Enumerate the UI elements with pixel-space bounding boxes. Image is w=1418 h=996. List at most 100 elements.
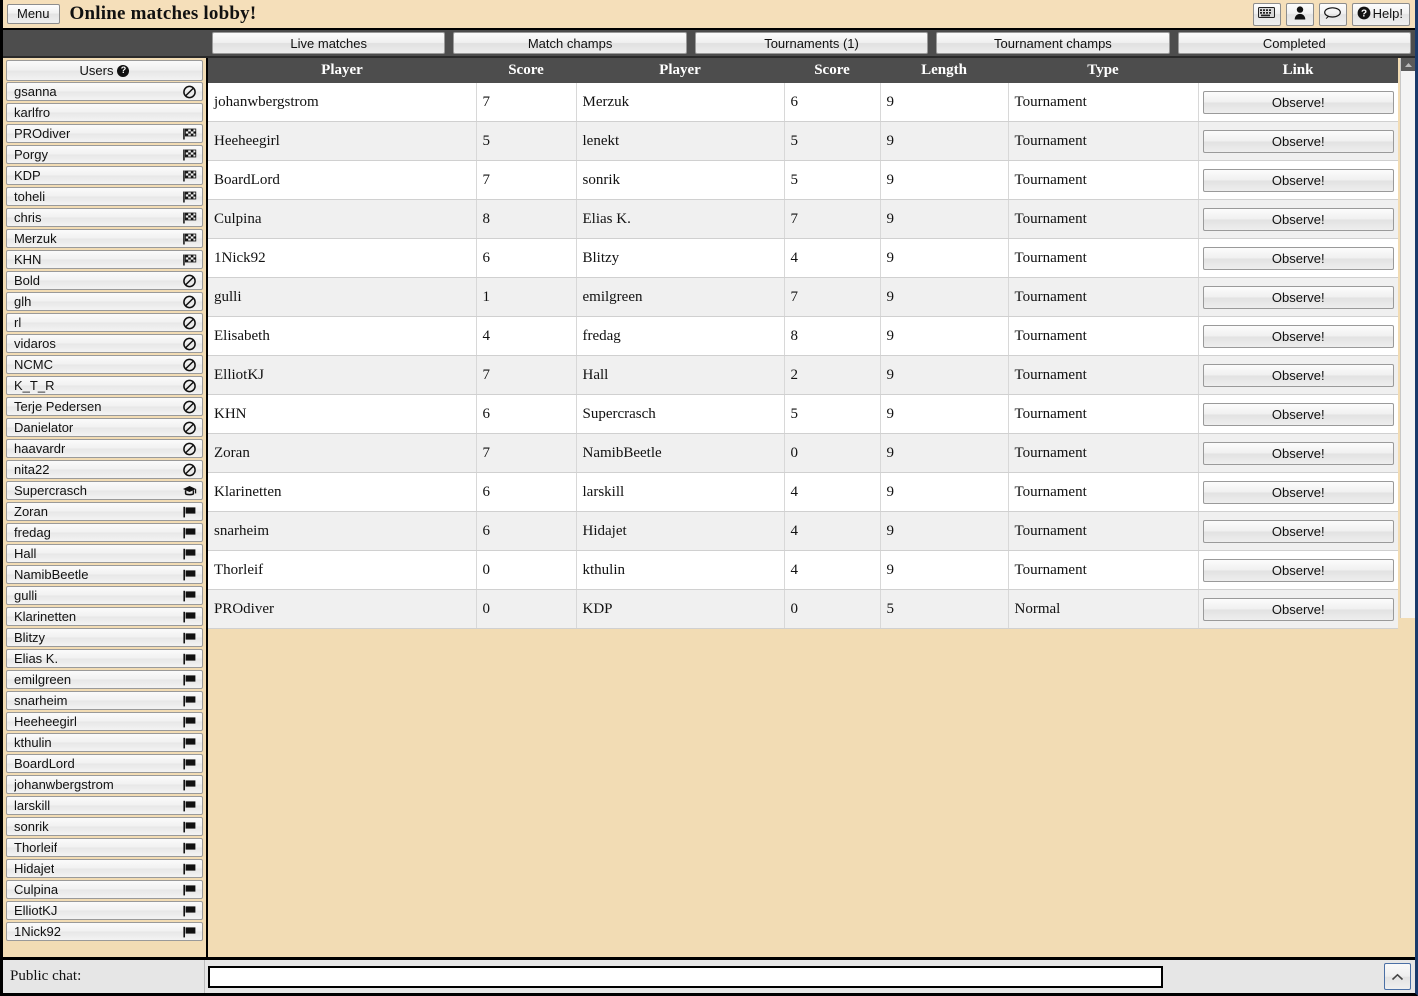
cell-score2: 4 bbox=[784, 238, 881, 278]
observe-button[interactable]: Observe! bbox=[1202, 285, 1394, 309]
tab-match-champs[interactable]: Match champs bbox=[453, 32, 687, 54]
user-list-item[interactable]: Zoran bbox=[6, 502, 203, 521]
flag-icon bbox=[182, 631, 197, 645]
page-title: Online matches lobby! bbox=[69, 3, 257, 24]
tab-completed[interactable]: Completed bbox=[1177, 32, 1412, 54]
no-entry-icon bbox=[182, 442, 197, 456]
user-list-item[interactable]: Hall bbox=[6, 544, 203, 563]
user-list-item[interactable]: Terje Pedersen bbox=[6, 397, 203, 416]
checkered-flag-icon bbox=[182, 253, 197, 267]
user-list-item[interactable]: KHN bbox=[6, 250, 203, 269]
cell-length: 9 bbox=[880, 83, 1009, 122]
user-list-item[interactable]: PROdiver bbox=[6, 124, 203, 143]
user-list-item[interactable]: Merzuk bbox=[6, 229, 203, 248]
no-entry-icon bbox=[182, 379, 197, 393]
user-name-label: Supercrasch bbox=[14, 483, 87, 498]
cell-score1: 6 bbox=[476, 472, 577, 512]
chat-send-button[interactable] bbox=[1384, 963, 1411, 990]
status-none-icon bbox=[182, 106, 197, 120]
user-list-item[interactable]: Supercrasch bbox=[6, 481, 203, 500]
user-list-item[interactable]: Danielator bbox=[6, 418, 203, 437]
observe-button[interactable]: Observe! bbox=[1202, 363, 1394, 387]
observe-button[interactable]: Observe! bbox=[1202, 558, 1394, 582]
cell-player1: KHN bbox=[208, 394, 477, 434]
user-list-item[interactable]: chris bbox=[6, 208, 203, 227]
users-help-icon[interactable]: ? bbox=[117, 64, 130, 77]
user-list-item[interactable]: nita22 bbox=[6, 460, 203, 479]
user-list-item[interactable]: emilgreen bbox=[6, 670, 203, 689]
user-list-item[interactable]: fredag bbox=[6, 523, 203, 542]
user-list-item[interactable]: ElliotKJ bbox=[6, 901, 203, 920]
user-list-item[interactable]: vidaros bbox=[6, 334, 203, 353]
cell-player1: 1Nick92 bbox=[208, 238, 477, 278]
observe-button[interactable]: Observe! bbox=[1202, 402, 1394, 426]
observe-button[interactable]: Observe! bbox=[1202, 168, 1394, 192]
user-list-item[interactable]: NamibBeetle bbox=[6, 565, 203, 584]
user-list-item[interactable]: Klarinetten bbox=[6, 607, 203, 626]
observe-button[interactable]: Observe! bbox=[1202, 324, 1394, 348]
user-name-label: gulli bbox=[14, 588, 38, 603]
user-list-item[interactable]: sonrik bbox=[6, 817, 203, 836]
user-list-item[interactable]: snarheim bbox=[6, 691, 203, 710]
scrollbar-thumb[interactable] bbox=[1401, 71, 1415, 618]
tab-tournaments[interactable]: Tournaments (1) bbox=[694, 32, 929, 54]
user-list-item[interactable]: BoardLord bbox=[6, 754, 203, 773]
user-list-item[interactable]: Elias K. bbox=[6, 649, 203, 668]
user-list-item[interactable]: haavardr bbox=[6, 439, 203, 458]
col-player1: Player bbox=[208, 58, 476, 83]
user-list-item[interactable]: kthulin bbox=[6, 733, 203, 752]
user-list-item[interactable]: Hidajet bbox=[6, 859, 203, 878]
user-list-item[interactable]: Blitzy bbox=[6, 628, 203, 647]
user-list-item[interactable]: 1Nick92 bbox=[6, 922, 203, 941]
users-list[interactable]: gsanna karlfro PROdiver Porgy KDP toheli chris… bbox=[3, 82, 206, 957]
chat-input[interactable] bbox=[208, 965, 1163, 988]
cell-score2: 7 bbox=[784, 199, 881, 239]
menu-button[interactable]: Menu bbox=[7, 3, 60, 25]
user-list-item[interactable]: gsanna bbox=[6, 82, 203, 101]
user-list-item[interactable]: K_T_R bbox=[6, 376, 203, 395]
observe-button[interactable]: Observe! bbox=[1202, 207, 1394, 231]
cell-player2: emilgreen bbox=[576, 277, 785, 317]
user-list-item[interactable]: Thorleif bbox=[6, 838, 203, 857]
cell-score1: 6 bbox=[476, 511, 577, 551]
user-list-item[interactable]: NCMC bbox=[6, 355, 203, 374]
user-profile-button[interactable] bbox=[1285, 3, 1314, 26]
cell-length: 9 bbox=[880, 160, 1009, 200]
cell-score2: 4 bbox=[784, 472, 881, 512]
tab-tournament-champs[interactable]: Tournament champs bbox=[936, 32, 1170, 54]
user-list-item[interactable]: glh bbox=[6, 292, 203, 311]
scroll-up-arrow[interactable] bbox=[1401, 58, 1415, 71]
keyboard-button[interactable] bbox=[1252, 3, 1281, 26]
observe-button[interactable]: Observe! bbox=[1202, 441, 1394, 465]
match-row: gulli 1 emilgreen 7 9 Tournament Observe! bbox=[208, 277, 1398, 317]
keyboard-icon bbox=[1258, 7, 1276, 21]
match-row: Zoran 7 NamibBeetle 0 9 Tournament Observe! bbox=[208, 433, 1398, 473]
observe-button[interactable]: Observe! bbox=[1202, 597, 1394, 621]
user-list-item[interactable]: Culpina bbox=[6, 880, 203, 899]
observe-button[interactable]: Observe! bbox=[1202, 246, 1394, 270]
user-list-item[interactable]: Heeheegirl bbox=[6, 712, 203, 731]
user-list-item[interactable]: Porgy bbox=[6, 145, 203, 164]
matches-scrollbar[interactable] bbox=[1400, 58, 1415, 618]
user-list-item[interactable]: Bold bbox=[6, 271, 203, 290]
observe-button[interactable]: Observe! bbox=[1202, 480, 1394, 504]
cell-length: 9 bbox=[880, 433, 1009, 473]
user-list-item[interactable]: toheli bbox=[6, 187, 203, 206]
user-list-item[interactable]: gulli bbox=[6, 586, 203, 605]
user-list-item[interactable]: karlfro bbox=[6, 103, 203, 122]
user-list-item[interactable]: rl bbox=[6, 313, 203, 332]
user-list-item[interactable]: johanwbergstrom bbox=[6, 775, 203, 794]
user-name-label: johanwbergstrom bbox=[14, 777, 114, 792]
observe-button[interactable]: Observe! bbox=[1202, 519, 1394, 543]
help-button[interactable]: ? Help! bbox=[1351, 3, 1410, 26]
observe-button[interactable]: Observe! bbox=[1202, 129, 1394, 153]
observe-button[interactable]: Observe! bbox=[1202, 90, 1394, 114]
cell-player2: kthulin bbox=[576, 550, 785, 590]
user-list-item[interactable]: KDP bbox=[6, 166, 203, 185]
user-list-item[interactable]: larskill bbox=[6, 796, 203, 815]
tab-live-matches[interactable]: Live matches bbox=[212, 32, 446, 54]
cell-player1: PROdiver bbox=[208, 589, 477, 629]
no-entry-icon bbox=[182, 316, 197, 330]
user-name-label: Elias K. bbox=[14, 651, 59, 666]
chat-button[interactable] bbox=[1318, 3, 1347, 26]
